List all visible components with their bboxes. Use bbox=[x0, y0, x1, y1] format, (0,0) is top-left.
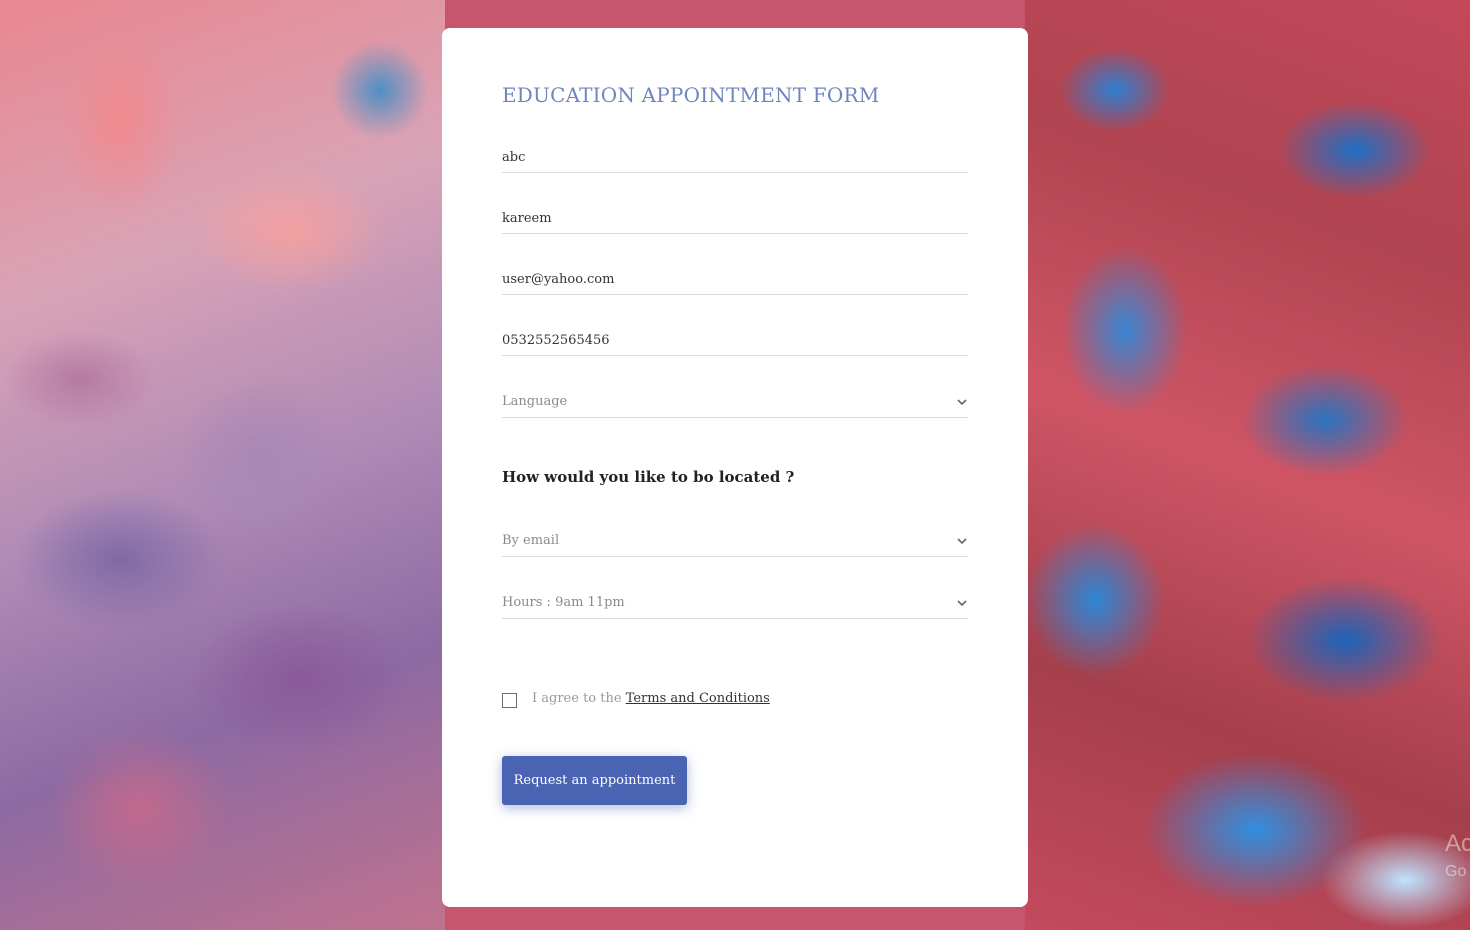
last-name-input[interactable] bbox=[502, 204, 968, 232]
email-field-wrapper bbox=[502, 265, 968, 295]
last-name-field-wrapper bbox=[502, 204, 968, 234]
watermark-line-2: Go bbox=[1445, 863, 1467, 880]
watermark-line-1: Ac bbox=[1445, 830, 1470, 857]
phone-field-wrapper bbox=[502, 326, 968, 356]
form-title: EDUCATION APPOINTMENT FORM bbox=[502, 83, 880, 107]
terms-checkbox[interactable] bbox=[502, 693, 517, 708]
contact-method-select-value: By email bbox=[502, 533, 560, 548]
activation-watermark: Ac Go bbox=[1445, 830, 1470, 886]
name-field-wrapper bbox=[502, 143, 968, 173]
chevron-down-icon bbox=[957, 538, 967, 545]
name-input[interactable] bbox=[502, 143, 968, 171]
hours-select-value: Hours : 9am 11pm bbox=[502, 595, 625, 610]
terms-agreement-text: I agree to the Terms and Conditions bbox=[532, 691, 770, 706]
terms-agreement-prefix: I agree to the bbox=[532, 691, 626, 706]
chevron-down-icon bbox=[957, 399, 967, 406]
contact-method-select[interactable]: By email bbox=[502, 527, 968, 557]
appointment-form-card: EDUCATION APPOINTMENT FORM Language How … bbox=[442, 28, 1028, 907]
hours-select[interactable]: Hours : 9am 11pm bbox=[502, 589, 968, 619]
background-right-marble bbox=[1025, 0, 1470, 930]
contact-question: How would you like to bo located ? bbox=[502, 468, 795, 486]
phone-input[interactable] bbox=[502, 326, 968, 354]
language-select[interactable]: Language bbox=[502, 388, 968, 418]
background-left-marble bbox=[0, 0, 445, 930]
chevron-down-icon bbox=[957, 600, 967, 607]
language-select-value: Language bbox=[502, 394, 568, 409]
request-appointment-button[interactable]: Request an appointment bbox=[502, 756, 687, 805]
email-input[interactable] bbox=[502, 265, 968, 293]
terms-and-conditions-link[interactable]: Terms and Conditions bbox=[626, 691, 770, 706]
